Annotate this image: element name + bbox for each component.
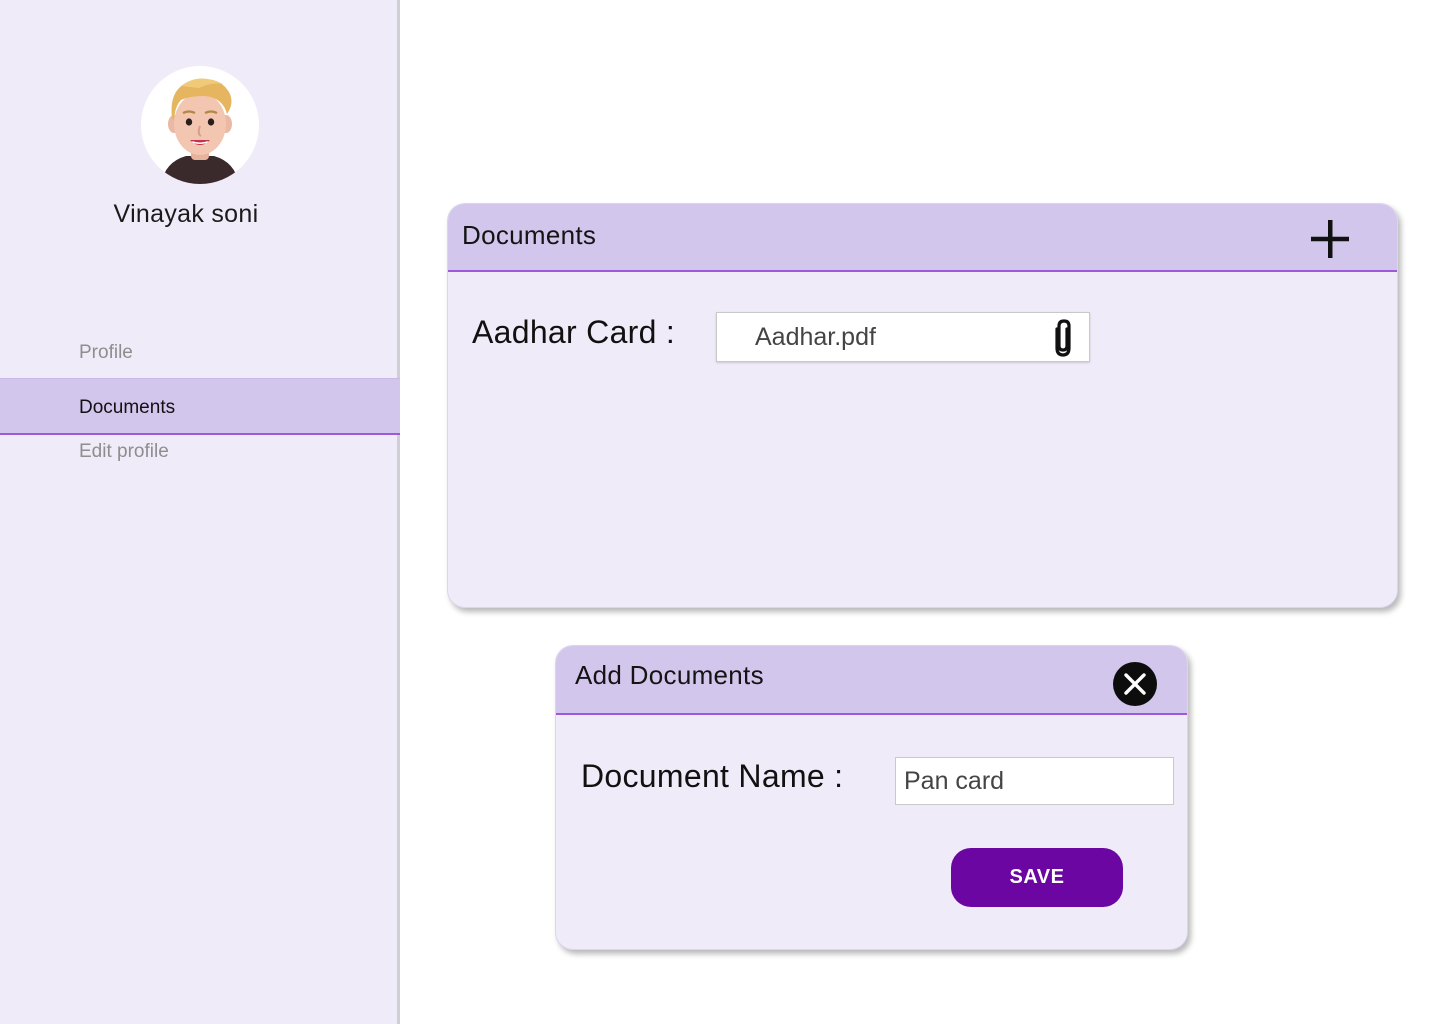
aadhar-file-name: Aadhar.pdf <box>755 323 876 351</box>
sidebar-item-documents[interactable]: Documents <box>0 378 400 435</box>
document-name-input[interactable] <box>895 757 1174 805</box>
aadhar-file-field[interactable]: Aadhar.pdf <box>716 312 1090 362</box>
paperclip-icon[interactable] <box>1049 317 1077 359</box>
user-name: Vinayak soni <box>113 200 259 228</box>
aadhar-card-label: Aadhar Card : <box>472 314 676 350</box>
document-name-label: Document Name : <box>581 758 844 794</box>
save-button[interactable]: SAVE <box>951 848 1123 907</box>
documents-card-title: Documents <box>462 220 597 250</box>
close-icon[interactable] <box>1113 662 1157 706</box>
plus-icon[interactable] <box>1307 216 1353 262</box>
avatar <box>141 66 259 184</box>
documents-card: Documents Aadhar Card : Aadhar.pdf <box>447 203 1398 608</box>
sidebar-item-edit-profile[interactable]: Edit profile <box>0 441 400 467</box>
add-documents-modal: Add Documents Document Name : SAVE <box>555 645 1188 950</box>
avatar-image <box>161 78 239 184</box>
add-documents-title: Add Documents <box>575 660 764 690</box>
add-documents-header: Add Documents <box>556 646 1187 715</box>
sidebar: Vinayak soni Profile Documents Edit prof… <box>0 0 400 1024</box>
documents-card-header: Documents <box>448 204 1397 272</box>
sidebar-item-profile[interactable]: Profile <box>0 342 400 368</box>
